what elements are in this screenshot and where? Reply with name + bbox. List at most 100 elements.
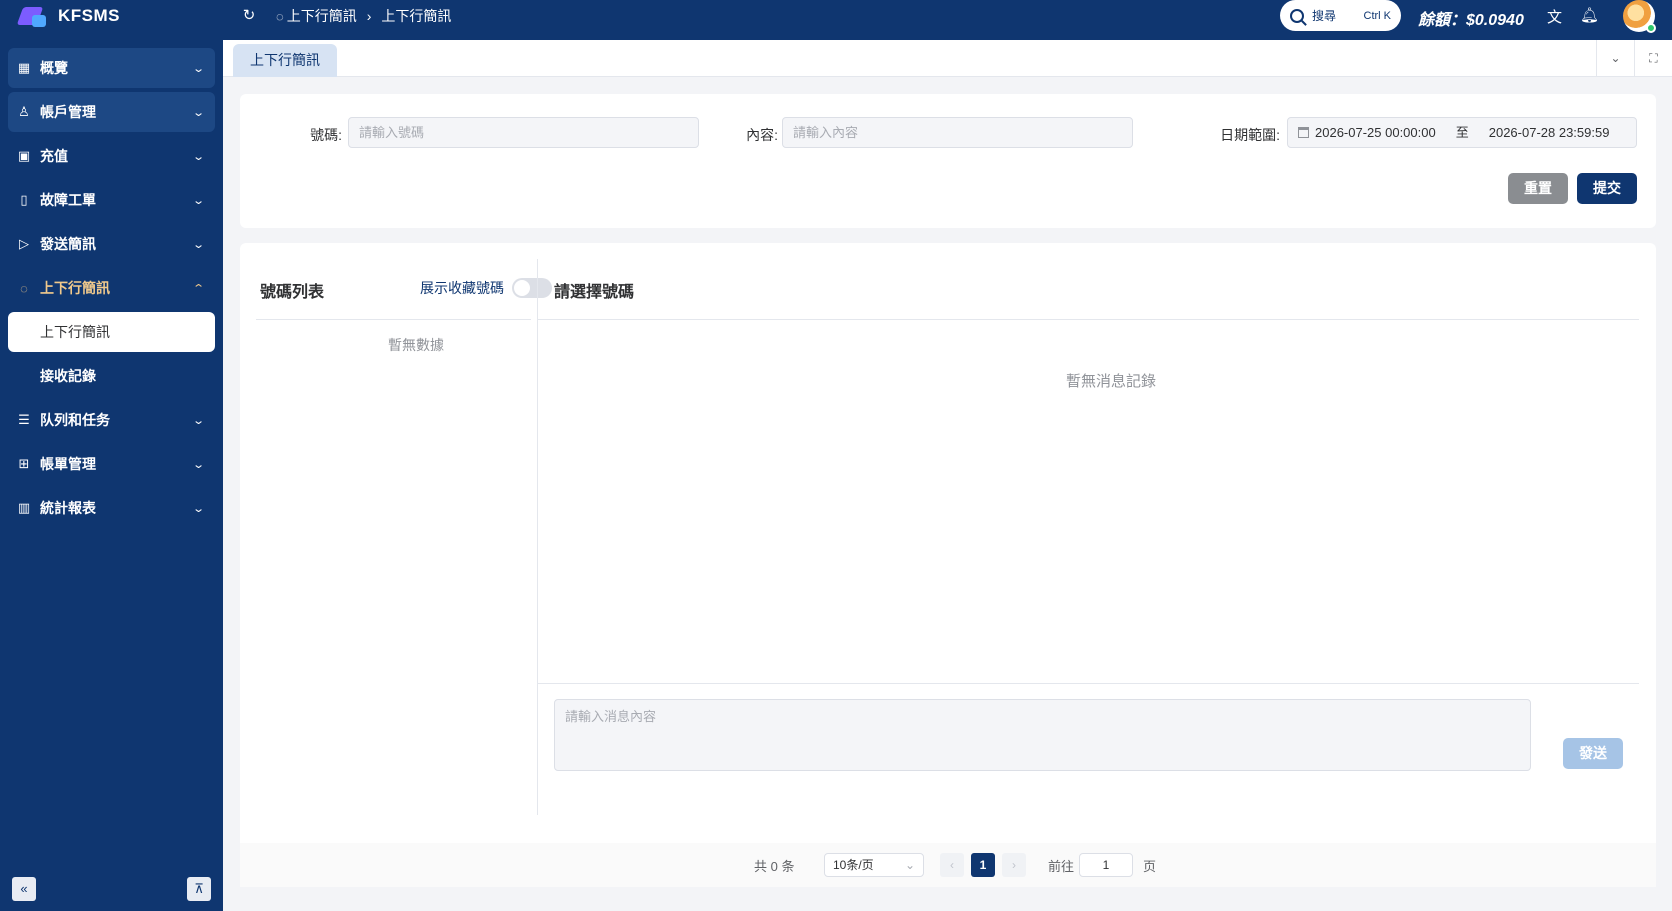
tab-tools: ⌄ ⛶ xyxy=(1596,40,1672,77)
sidebar-item-label: 帳戶管理 xyxy=(40,104,96,120)
page-size-select[interactable]: 10条/页 ⌄ xyxy=(824,853,924,877)
sidebar-item-account[interactable]: ♙ 帳戶管理 ⌄ xyxy=(8,92,215,132)
sidebar-item-billing[interactable]: ⊞ 帳單管理 ⌄ xyxy=(8,444,215,484)
chevron-down-icon: ⌄ xyxy=(191,458,205,471)
main-content: 上下行簡訊 ⌄ ⛶ 號碼: 請輸入號碼 內容: 請輸入內容 日期範圍: 2026… xyxy=(223,40,1672,911)
reset-button[interactable]: 重置 xyxy=(1508,173,1568,204)
refresh-icon[interactable]: ↻ xyxy=(240,7,258,25)
logo-icon xyxy=(16,3,50,29)
sidebar-subitem-updown-sms[interactable]: 上下行簡訊 xyxy=(8,312,215,352)
chevron-down-icon: ⌄ xyxy=(191,414,205,427)
chevron-down-icon: ⌄ xyxy=(191,62,205,75)
breadcrumb: ◌ 上下行簡訊 › 上下行簡訊 xyxy=(276,6,451,26)
search-shortcut: Ctrl K xyxy=(1363,9,1392,22)
date-start[interactable]: 2026-07-25 00:00:00 xyxy=(1315,118,1436,147)
breadcrumb-separator: › xyxy=(366,8,372,24)
sidebar-item-send-sms[interactable]: ▷ 發送簡訊 ⌄ xyxy=(8,224,215,264)
conversation-empty: 暫無消息記錄 xyxy=(1066,373,1157,390)
pin-icon[interactable]: ⊼ xyxy=(187,877,211,901)
chevron-up-icon: ⌃ xyxy=(191,282,205,295)
sidebar-item-queue-tasks[interactable]: ☰ 队列和任务 ⌄ xyxy=(8,400,215,440)
date-range-label: 日期範圍: xyxy=(1220,127,1280,143)
breadcrumb-item[interactable]: ◌ 上下行簡訊 xyxy=(276,6,357,26)
content-input[interactable]: 請輸入內容 xyxy=(782,117,1133,148)
translate-icon[interactable]: 文 xyxy=(1547,6,1562,27)
ticket-icon: ▯ xyxy=(20,192,28,207)
user-icon: ♙ xyxy=(18,104,30,119)
sidebar-item-statistics[interactable]: ▥ 統計報表 ⌄ xyxy=(8,488,215,528)
bill-icon: ⊞ xyxy=(18,456,30,471)
goto-label: 前往 xyxy=(1048,859,1075,874)
online-status-dot xyxy=(1646,23,1656,33)
sidebar-item-label: 队列和任务 xyxy=(40,412,110,428)
goto-page-input[interactable]: 1 xyxy=(1079,853,1133,877)
chat-icon: ◌ xyxy=(20,280,28,296)
chevron-down-icon: ⌄ xyxy=(191,150,205,163)
sidebar-item-updown-sms[interactable]: ◌ 上下行簡訊 ⌃ xyxy=(8,268,215,308)
app-name: KFSMS xyxy=(58,6,120,25)
sidebar-item-overview[interactable]: ▦ 概覽 ⌄ xyxy=(8,48,215,88)
search-label: 搜尋 xyxy=(1312,9,1337,23)
list-icon: ☰ xyxy=(18,412,30,427)
pagination-bar: 共 0 条 10条/页 ⌄ ‹ 1 › 前往 1 页 xyxy=(240,843,1656,887)
search-button[interactable]: 搜尋 Ctrl K xyxy=(1280,0,1401,31)
sidebar-item-label: 帳單管理 xyxy=(40,456,96,472)
chevron-down-icon: ⌄ xyxy=(191,502,205,515)
toggle-knob xyxy=(514,280,530,296)
show-favorites-label[interactable]: 展示收藏號碼 xyxy=(420,278,504,298)
divider xyxy=(538,683,1639,684)
app-logo[interactable]: KFSMS xyxy=(16,0,120,32)
send-icon: ▷ xyxy=(19,236,29,251)
fullscreen-icon[interactable]: ⛶ xyxy=(1634,40,1672,77)
sidebar-subitem-receive-records[interactable]: 接收記錄 xyxy=(8,356,215,396)
prev-page-button[interactable]: ‹ xyxy=(940,853,964,877)
page-number-button[interactable]: 1 xyxy=(971,853,995,877)
divider xyxy=(538,319,1639,320)
chevron-down-icon: ⌄ xyxy=(191,106,205,119)
page-suffix: 页 xyxy=(1143,859,1157,874)
number-list-empty: 暫無數據 xyxy=(388,337,444,353)
avatar[interactable] xyxy=(1623,0,1656,33)
top-bar: KFSMS ↻ ◌ 上下行簡訊 › 上下行簡訊 搜尋 Ctrl K 餘額：$0.0… xyxy=(0,0,1672,40)
date-range-picker[interactable]: 2026-07-25 00:00:00 至 2026-07-28 23:59:5… xyxy=(1287,117,1637,148)
pagination-total: 共 0 条 xyxy=(754,859,795,874)
dashboard-icon: ▦ xyxy=(17,60,31,75)
number-input[interactable]: 請輸入號碼 xyxy=(348,117,699,148)
message-input[interactable]: 請輸入消息內容 xyxy=(554,699,1531,771)
sidebar-item-recharge[interactable]: ▣ 充值 ⌄ xyxy=(8,136,215,176)
collapse-sidebar-icon[interactable]: « xyxy=(12,877,36,901)
sms-card: 號碼列表 展示收藏號碼 暫無數據 請選擇號碼 暫無消息記錄 請輸入消息內容 發送 xyxy=(240,243,1656,852)
barcode-icon: ▥ xyxy=(17,500,31,515)
sidebar: ▦ 概覽 ⌄ ♙ 帳戶管理 ⌄ ▣ 充值 ⌄ ▯ 故障工單 ⌄ ▷ 發送簡訊 ⌄… xyxy=(0,40,223,911)
number-label: 號碼: xyxy=(310,127,342,143)
filter-card: 號碼: 請輸入號碼 內容: 請輸入內容 日期範圍: 2026-07-25 00:… xyxy=(240,94,1656,228)
chevron-down-icon: ⌄ xyxy=(904,858,915,872)
wallet-icon: ▣ xyxy=(17,148,31,163)
sidebar-item-label: 上下行簡訊 xyxy=(40,280,110,296)
panel-divider xyxy=(537,259,538,815)
search-icon xyxy=(1290,8,1304,23)
send-button[interactable]: 發送 xyxy=(1563,738,1623,769)
date-separator: 至 xyxy=(1455,125,1469,140)
number-list-title: 號碼列表 xyxy=(260,284,325,301)
tab-updown-sms[interactable]: 上下行簡訊 xyxy=(233,44,337,77)
show-favorites-toggle[interactable] xyxy=(512,278,552,298)
bell-icon[interactable]: 🔔︎ xyxy=(1580,6,1599,24)
chevron-down-icon: ⌄ xyxy=(191,238,205,251)
divider xyxy=(256,319,531,320)
sidebar-item-tickets[interactable]: ▯ 故障工單 ⌄ xyxy=(8,180,215,220)
tabs-bar: 上下行簡訊 ⌄ ⛶ xyxy=(223,40,1672,77)
sidebar-item-label: 充值 xyxy=(40,148,68,164)
chevron-down-icon: ⌄ xyxy=(191,194,205,207)
conversation-title: 請選擇號碼 xyxy=(554,284,635,301)
chevron-down-icon[interactable]: ⌄ xyxy=(1596,40,1634,77)
sidebar-item-label: 概覽 xyxy=(40,60,68,76)
breadcrumb-item: 上下行簡訊 xyxy=(381,8,452,24)
date-end[interactable]: 2026-07-28 23:59:59 xyxy=(1489,118,1610,147)
next-page-button[interactable]: › xyxy=(1002,853,1026,877)
submit-button[interactable]: 提交 xyxy=(1577,173,1637,204)
page-size-value: 10条/页 xyxy=(833,858,874,872)
sidebar-item-label: 統計報表 xyxy=(40,500,96,516)
sidebar-item-label: 故障工單 xyxy=(40,192,96,208)
balance-display: 餘額：$0.0940 xyxy=(1418,12,1524,29)
